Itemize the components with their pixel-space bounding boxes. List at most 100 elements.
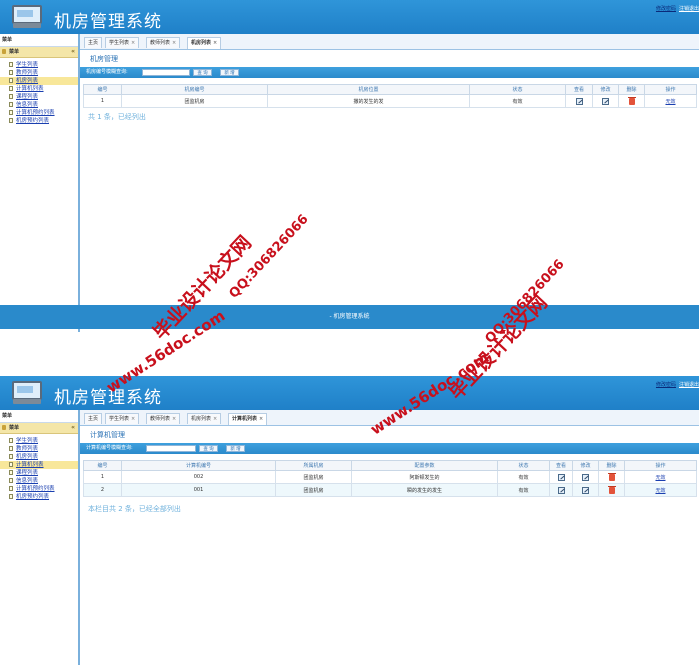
document-icon bbox=[9, 454, 13, 459]
col-status: 状态 bbox=[469, 84, 566, 95]
collapse-icon[interactable]: « bbox=[71, 423, 75, 433]
menu-list: 学生列表 教师列表 机房列表 计算机列表 课程列表 信息列表 计算机预约列表 机… bbox=[0, 61, 78, 125]
tab-teachers[interactable]: 教师列表 × bbox=[146, 37, 181, 48]
col-config: 配置参数 bbox=[351, 460, 498, 471]
room-table: 编号 机房编号 机房位置 状态 查看 修改 删除 操作 1 团监机房 撒的发生的… bbox=[83, 84, 697, 108]
screenshot-computer-list: 机房管理系统 修改密码 注销退出 菜单 菜单 « 学生列表 教师列表 机房列表 计… bbox=[0, 376, 699, 665]
menu-item-info[interactable]: 信息列表 bbox=[0, 101, 78, 109]
close-icon[interactable]: × bbox=[131, 40, 135, 46]
col-view: 查看 bbox=[549, 460, 573, 471]
document-icon bbox=[9, 438, 13, 443]
logout-link[interactable]: 注销退出 bbox=[679, 6, 699, 12]
menu-item-courses[interactable]: 课程列表 bbox=[0, 93, 78, 101]
document-icon bbox=[9, 70, 13, 75]
close-icon[interactable]: × bbox=[172, 40, 176, 46]
col-edit: 修改 bbox=[572, 460, 599, 471]
menu-item-info[interactable]: 信息列表 bbox=[0, 477, 78, 485]
logout-link[interactable]: 注销退出 bbox=[679, 382, 699, 388]
view-icon[interactable] bbox=[575, 97, 583, 105]
menu-item-students[interactable]: 学生列表 bbox=[0, 61, 78, 69]
col-delete: 删除 bbox=[618, 84, 645, 95]
add-button[interactable]: 新 增 bbox=[226, 445, 245, 452]
sidebar: 菜单 菜单 « 学生列表 教师列表 机房列表 计算机列表 课程列表 信息列表 计… bbox=[0, 410, 80, 665]
sidebar: 菜单 菜单 « 学生列表 教师列表 机房列表 计算机列表 课程列表 信息列表 计… bbox=[0, 34, 80, 332]
close-icon[interactable]: × bbox=[213, 416, 217, 422]
search-label: 计算机编号模糊查询: bbox=[86, 445, 133, 451]
menu-item-room-booking[interactable]: 机房预约列表 bbox=[0, 493, 78, 501]
col-computer-code: 计算机编号 bbox=[121, 460, 276, 471]
change-password-link[interactable]: 修改密码 bbox=[656, 382, 676, 388]
menu-item-rooms[interactable]: 机房列表 bbox=[0, 77, 78, 85]
close-icon[interactable]: × bbox=[259, 416, 263, 422]
tab-teachers[interactable]: 教师列表 × bbox=[146, 413, 181, 424]
col-edit: 修改 bbox=[592, 84, 619, 95]
menu-item-teachers[interactable]: 教师列表 bbox=[0, 445, 78, 453]
edit-icon[interactable] bbox=[582, 473, 589, 481]
menu-list: 学生列表 教师列表 机房列表 计算机列表 课程列表 信息列表 计算机预约列表 机… bbox=[0, 437, 78, 501]
close-icon[interactable]: × bbox=[213, 40, 217, 46]
computer-table: 编号 计算机编号 所属机房 配置参数 状态 查看 修改 删除 操作 1 002 … bbox=[83, 460, 697, 497]
search-button[interactable]: 查 询 bbox=[199, 445, 218, 452]
search-input[interactable] bbox=[146, 445, 196, 452]
col-room-code: 机房编号 bbox=[121, 84, 268, 95]
menu-item-computers[interactable]: 计算机列表 bbox=[0, 85, 78, 93]
trash-icon[interactable] bbox=[607, 472, 616, 481]
col-id: 编号 bbox=[83, 460, 122, 471]
table-row: 1 团监机房 撒的发生的发 有效 无效 bbox=[83, 94, 697, 108]
panel-title: 计算机管理 bbox=[90, 431, 125, 439]
panel-title: 机房管理 bbox=[90, 55, 118, 63]
menu-item-room-booking[interactable]: 机房预约列表 bbox=[0, 117, 78, 125]
main-panel: 主页 学生列表 × 教师列表 × 机房列表 × 机房管理 机房编号模糊查询: 查 询 … bbox=[80, 34, 699, 332]
menu-item-computers[interactable]: 计算机列表 bbox=[0, 461, 78, 469]
tab-rooms[interactable]: 机房列表 × bbox=[187, 413, 222, 424]
invalidate-link[interactable]: 无效 bbox=[655, 488, 665, 494]
bottom-bar-text: - 机房管理系统 bbox=[329, 313, 370, 320]
main-panel: 主页 学生列表 × 教师列表 × 机房列表 × 计算机列表 × 计算机管理 计算机编号模… bbox=[80, 410, 699, 665]
col-view: 查看 bbox=[565, 84, 593, 95]
menu-item-students[interactable]: 学生列表 bbox=[0, 437, 78, 445]
computer-logo-icon bbox=[10, 381, 42, 405]
tab-rooms[interactable]: 机房列表 × bbox=[187, 37, 222, 49]
close-icon[interactable]: × bbox=[131, 416, 135, 422]
app-header: 机房管理系统 修改密码 注销退出 bbox=[0, 376, 699, 410]
col-status: 状态 bbox=[497, 460, 550, 471]
menu-header[interactable]: 菜单 « bbox=[0, 423, 78, 434]
menu-item-teachers[interactable]: 教师列表 bbox=[0, 69, 78, 77]
document-icon bbox=[9, 62, 13, 67]
close-icon[interactable]: × bbox=[172, 416, 176, 422]
menu-item-rooms[interactable]: 机房列表 bbox=[0, 453, 78, 461]
edit-icon[interactable] bbox=[602, 97, 609, 105]
invalidate-link[interactable]: 无效 bbox=[665, 99, 675, 105]
bottom-bar: - 机房管理系统 bbox=[0, 305, 699, 329]
add-button[interactable]: 新 增 bbox=[220, 69, 239, 76]
tab-computers[interactable]: 计算机列表 × bbox=[228, 413, 268, 425]
trash-icon[interactable] bbox=[607, 485, 616, 494]
document-icon bbox=[9, 118, 13, 123]
menu-item-courses[interactable]: 课程列表 bbox=[0, 469, 78, 477]
document-icon bbox=[9, 470, 13, 475]
tab-students[interactable]: 学生列表 × bbox=[105, 37, 140, 48]
change-password-link[interactable]: 修改密码 bbox=[656, 6, 676, 12]
col-location: 机房位置 bbox=[267, 84, 470, 95]
search-input[interactable] bbox=[142, 69, 190, 76]
tab-students[interactable]: 学生列表 × bbox=[105, 413, 140, 424]
search-bar: 机房编号模糊查询: 查 询 新 增 bbox=[80, 67, 699, 78]
search-button[interactable]: 查 询 bbox=[193, 69, 212, 76]
invalidate-link[interactable]: 无效 bbox=[655, 475, 665, 481]
tab-bar: 主页 学生列表 × 教师列表 × 机房列表 × 计算机列表 × bbox=[80, 410, 699, 426]
menu-header[interactable]: 菜单 « bbox=[0, 47, 78, 58]
edit-icon[interactable] bbox=[582, 486, 589, 494]
menu-item-computer-booking[interactable]: 计算机预约列表 bbox=[0, 109, 78, 117]
sidebar-title: 菜单 bbox=[0, 410, 78, 423]
trash-icon[interactable] bbox=[627, 96, 636, 105]
view-icon[interactable] bbox=[557, 486, 565, 494]
tab-home[interactable]: 主页 bbox=[84, 37, 103, 48]
document-icon bbox=[9, 446, 13, 451]
menu-item-computer-booking[interactable]: 计算机预约列表 bbox=[0, 485, 78, 493]
collapse-icon[interactable]: « bbox=[71, 47, 75, 57]
view-icon[interactable] bbox=[557, 473, 565, 481]
computer-logo-icon bbox=[10, 5, 42, 29]
tab-home[interactable]: 主页 bbox=[84, 413, 103, 424]
document-icon bbox=[9, 94, 13, 99]
col-id: 编号 bbox=[83, 84, 122, 95]
